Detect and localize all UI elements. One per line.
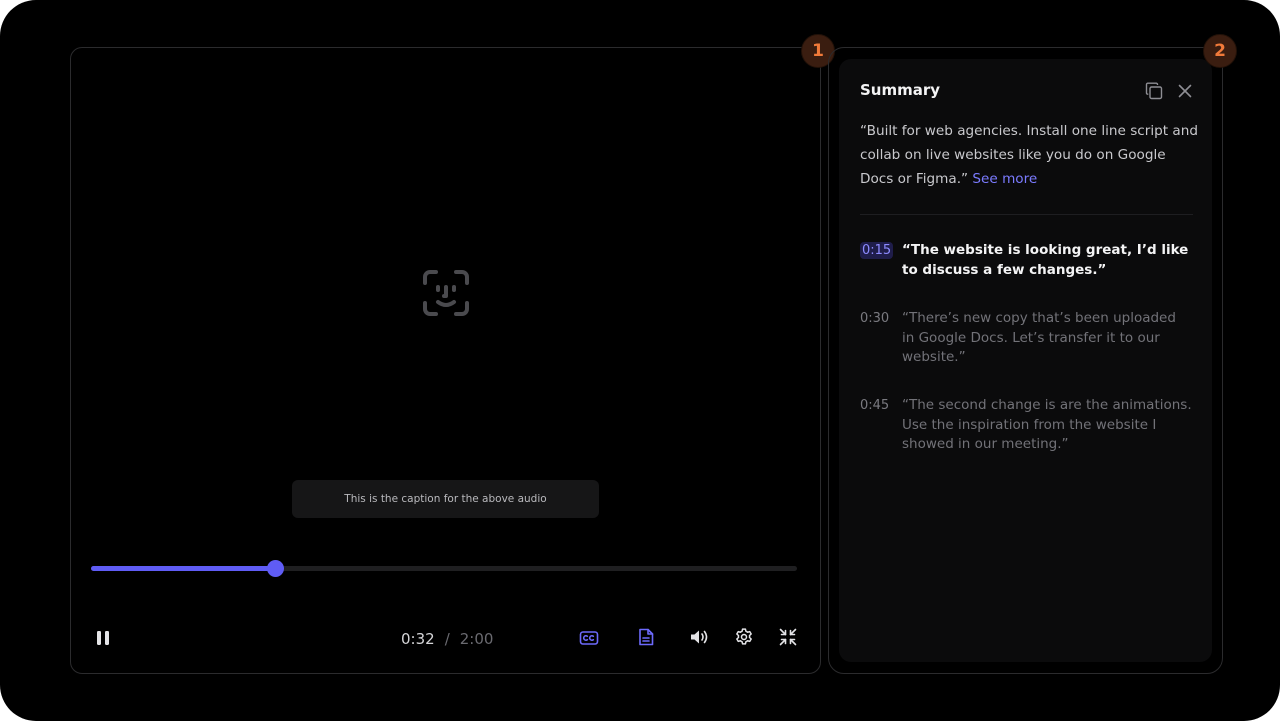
face-scan-icon (423, 270, 469, 316)
video-player[interactable]: This is the caption for the above audio … (70, 47, 821, 674)
total-time: 2:00 (459, 630, 494, 648)
summary-description: “Built for web agencies. Install one lin… (860, 119, 1200, 191)
pause-button[interactable] (91, 626, 115, 650)
transcript-text: “The second change is are the animations… (902, 397, 1192, 452)
transcript-button[interactable] (634, 625, 658, 649)
exit-fullscreen-icon (779, 628, 797, 646)
close-button[interactable] (1175, 81, 1195, 101)
document-icon (639, 628, 654, 646)
volume-icon (691, 630, 708, 644)
current-time: 0:32 (401, 630, 435, 648)
settings-button[interactable] (732, 625, 756, 649)
app-frame: This is the caption for the above audio … (0, 0, 1280, 721)
gear-icon (736, 628, 752, 645)
transcript-item[interactable]: 0:30 “There’s new copy that’s been uploa… (860, 309, 1200, 368)
exit-fullscreen-button[interactable] (776, 625, 800, 649)
pause-icon (97, 631, 109, 645)
closed-captions-icon (579, 631, 599, 645)
volume-button[interactable] (687, 625, 711, 649)
summary-badge: 2 (1203, 34, 1237, 68)
time-separator: / (444, 630, 450, 648)
summary-panel: Summary “Built for web agencies. Install… (839, 59, 1212, 662)
copy-button[interactable] (1144, 81, 1164, 101)
transcript-text: “There’s new copy that’s been uploaded i… (902, 310, 1176, 365)
summary-panel-frame: Summary “Built for web agencies. Install… (828, 47, 1223, 674)
close-icon (1178, 84, 1192, 98)
time-display: 0:32 / 2:00 (401, 628, 493, 650)
captions-button[interactable] (577, 626, 601, 650)
divider (860, 214, 1193, 215)
progress-bar[interactable] (91, 560, 797, 577)
see-more-link[interactable]: See more (972, 171, 1037, 187)
progress-fill (91, 566, 275, 571)
progress-handle[interactable] (266, 560, 284, 577)
transcript-item[interactable]: 0:45 “The second change is are the anima… (860, 396, 1200, 455)
transcript-timestamp[interactable]: 0:15 (860, 241, 902, 280)
transcript-item[interactable]: 0:15 “The website is looking great, I’d … (860, 241, 1200, 280)
transcript-text: “The website is looking great, I’d like … (902, 242, 1189, 278)
copy-icon (1145, 82, 1163, 100)
transcript-timestamp[interactable]: 0:45 (860, 396, 902, 455)
transcript-timestamp[interactable]: 0:30 (860, 309, 902, 368)
caption-text: This is the caption for the above audio (344, 493, 547, 505)
caption-box: This is the caption for the above audio (292, 480, 599, 518)
summary-title: Summary (860, 81, 941, 99)
